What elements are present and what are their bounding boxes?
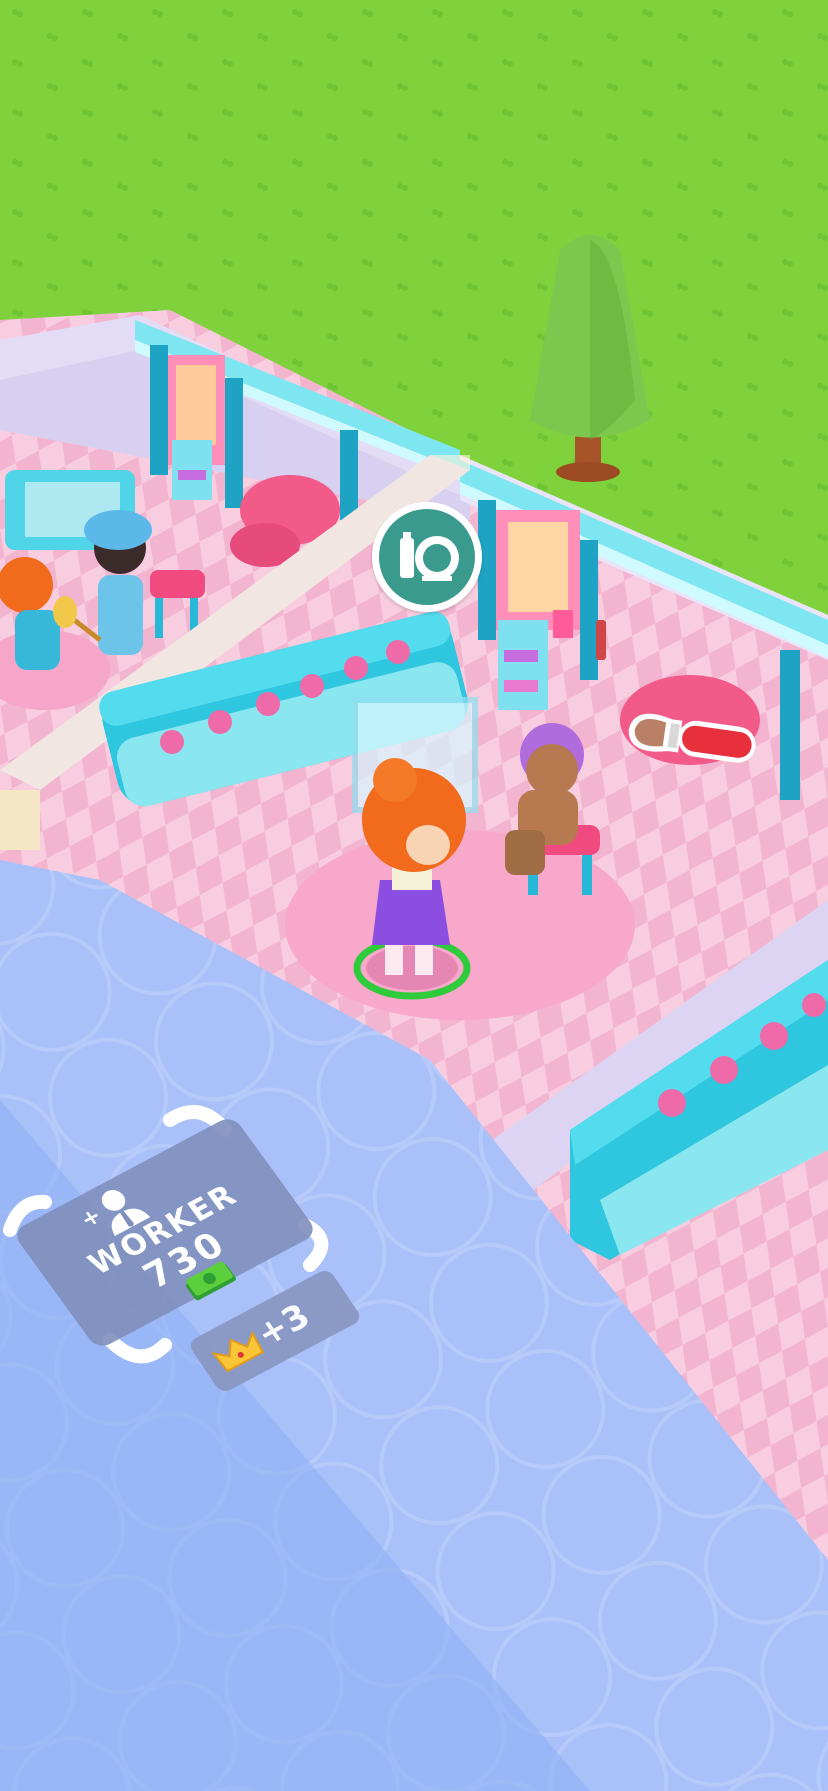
station-post [780, 650, 800, 800]
vanity-mirror [508, 522, 568, 612]
stool-leg [155, 598, 163, 638]
stool-leg [582, 855, 592, 895]
eyeshadow-palette [504, 650, 538, 662]
makeup-shelf [498, 620, 548, 710]
worker-body [98, 575, 143, 655]
makeup-station-indicator[interactable] [372, 502, 482, 612]
wall-end [0, 790, 40, 850]
station-post [150, 345, 168, 475]
brush-cup [553, 610, 573, 638]
lipstick [596, 620, 606, 660]
station-post [225, 378, 243, 508]
customer-body [15, 610, 60, 670]
tree-roots [556, 462, 620, 482]
makeup-mirror-icon [400, 532, 459, 581]
game-scene[interactable]: + WORKER 730 +3 [0, 0, 828, 1791]
station-post [580, 540, 598, 680]
stool [150, 570, 205, 598]
station-post [340, 430, 358, 520]
vanity-mirror [176, 365, 216, 445]
worker-cap [84, 510, 152, 550]
eyeshadow-palette [178, 470, 206, 480]
game-world[interactable] [0, 0, 828, 1791]
eyeshadow-palette [504, 680, 538, 692]
broom-head [53, 596, 77, 628]
